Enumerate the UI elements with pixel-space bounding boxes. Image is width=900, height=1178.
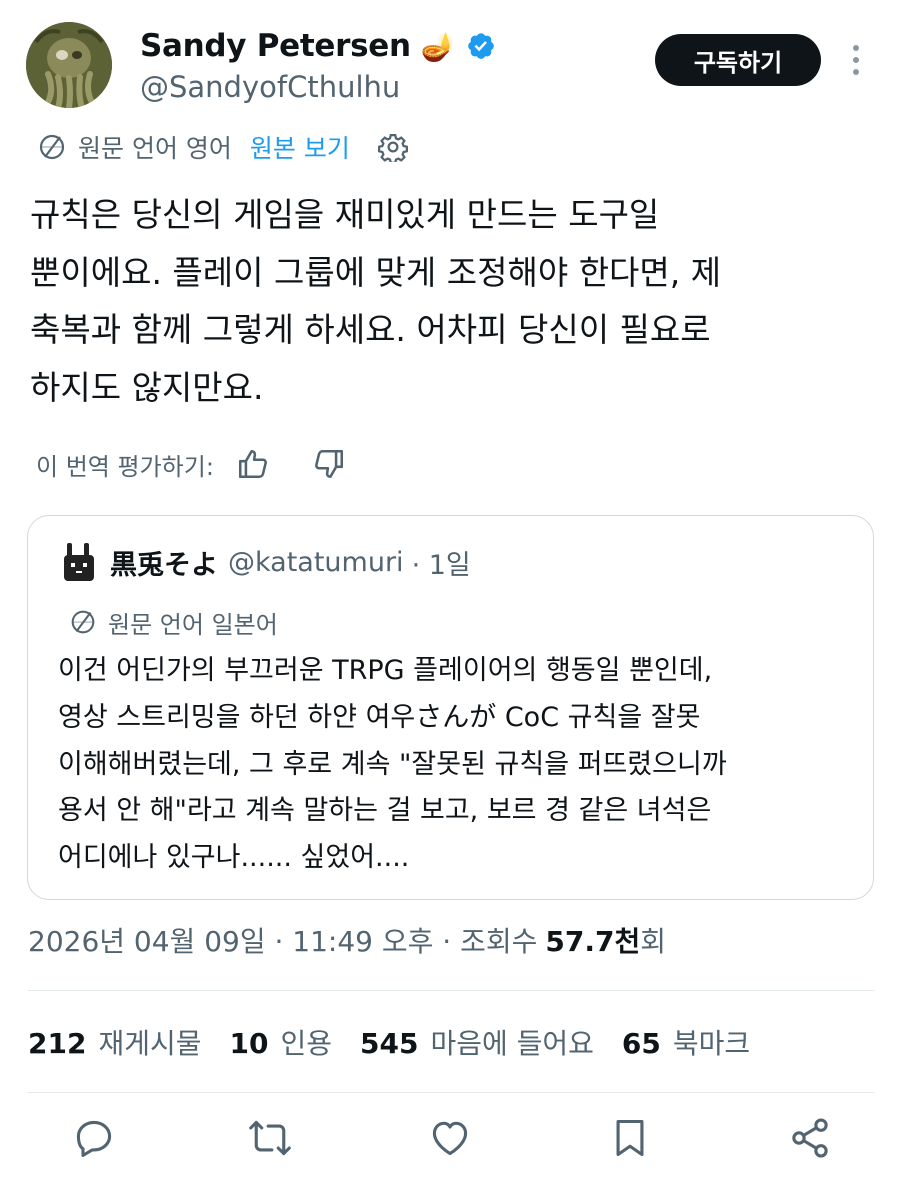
author-display-name[interactable]: Sandy Petersen	[140, 28, 411, 64]
stat-number: 212	[28, 1027, 87, 1060]
more-options-icon[interactable]	[846, 40, 866, 80]
repost-icon[interactable]	[248, 1116, 292, 1160]
stat-number: 65	[621, 1027, 661, 1060]
author-name-row: Sandy Petersen 🪔	[140, 26, 496, 66]
verified-badge-icon	[467, 33, 494, 59]
reposts-stat[interactable]: 212 재게시물	[28, 1022, 202, 1062]
tweet-action-bar	[0, 1116, 900, 1164]
tweet-timestamp[interactable]: 2026년 04월 09일 · 11:49 오후 · 조회수	[28, 920, 537, 960]
rate-translation-row: 이 번역 평가하기:	[36, 444, 346, 484]
view-count: 57.7천	[545, 925, 641, 958]
engagement-stats: 212 재게시물 10 인용 545 마음에 들어요 65 북마크	[28, 1020, 778, 1064]
stat-number: 10	[229, 1027, 269, 1060]
quoted-tweet-text: 이건 어딘가의 부끄러운 TRPG 플레이어의 행동일 뿐인데, 영상 스트리밍…	[58, 648, 863, 882]
quoted-text-line: 이해해버렸는데, 그 후로 계속 "잘못된 규칙을 퍼뜨렸으니까	[58, 748, 727, 780]
bookmark-icon[interactable]	[608, 1116, 652, 1160]
tweet-meta: 2026년 04월 09일 · 11:49 오후 · 조회수 57.7천 회	[28, 918, 666, 962]
share-icon[interactable]	[788, 1116, 832, 1160]
translate-globe-icon	[71, 610, 95, 634]
quoted-translation-bar: 원문 언어 일본어	[68, 604, 278, 640]
divider	[28, 990, 874, 991]
thumbs-up-icon[interactable]	[236, 447, 270, 481]
quoted-text-line: 어디에나 있구나...... 싶었어....	[58, 842, 410, 874]
stat-label: 북마크	[672, 1027, 751, 1060]
thumbs-down-icon[interactable]	[312, 447, 346, 481]
likes-stat[interactable]: 545 마음에 들어요	[360, 1022, 594, 1062]
tweet-detail-page: Sandy Petersen 🪔 @SandyofCthulhu 구독하기 원문…	[0, 0, 900, 1178]
translation-bar: 원문 언어 영어 원본 보기	[36, 128, 408, 166]
tweet-text-line: 하지도 않지만요.	[30, 367, 264, 407]
quoted-translation-label: 원문 언어 일본어	[108, 610, 278, 639]
stat-number: 545	[360, 1027, 419, 1060]
quotes-stat[interactable]: 10 인용	[230, 1022, 333, 1062]
gear-icon[interactable]	[377, 132, 408, 162]
tweet-text: 규칙은 당신의 게임을 재미있게 만드는 도구일 뿐이에요. 플레이 그룹에 맞…	[30, 186, 850, 416]
like-heart-icon[interactable]	[428, 1116, 472, 1160]
translation-source-label: 원문 언어 영어	[78, 134, 232, 163]
stat-label: 재게시물	[98, 1027, 202, 1060]
quoted-author-avatar[interactable]	[62, 542, 98, 582]
translate-globe-icon	[39, 134, 65, 160]
quoted-text-line: 영상 스트리밍을 하던 하얀 여우さんが CoC 규칙을 잘못	[58, 701, 701, 733]
quoted-tweet-time: · 1일	[411, 549, 471, 581]
diya-lamp-badge: 🪔	[420, 29, 456, 63]
subscribe-button[interactable]: 구독하기	[655, 34, 821, 86]
reply-icon[interactable]	[72, 1116, 116, 1160]
rate-translation-label: 이 번역 평가하기:	[36, 452, 214, 481]
quoted-text-line: 이건 어딘가의 부끄러운 TRPG 플레이어의 행동일 뿐인데,	[58, 655, 713, 686]
stat-label: 마음에 들어요	[430, 1027, 594, 1060]
tweet-text-line: 규칙은 당신의 게임을 재미있게 만드는 도구일	[30, 195, 660, 234]
quoted-author-handle: @katatumuri	[228, 546, 404, 578]
quoted-author-name: 黒兎そよ	[110, 549, 218, 581]
divider	[28, 1092, 874, 1093]
quoted-text-line: 용서 안 해"라고 계속 말하는 걸 보고, 보르 경 같은 녀석은	[58, 795, 712, 827]
view-count-suffix: 회	[640, 925, 667, 958]
quoted-tweet-header: 黒兎そよ @katatumuri · 1일	[62, 542, 471, 582]
stat-label: 인용	[280, 1027, 332, 1060]
bookmarks-stat[interactable]: 65 북마크	[622, 1022, 750, 1062]
author-handle[interactable]: @SandyofCthulhu	[140, 70, 400, 104]
tweet-text-line: 축복과 함께 그렇게 하세요. 어차피 당신이 필요로	[30, 310, 711, 349]
tweet-text-line: 뿐이에요. 플레이 그룹에 맞게 조정해야 한다면, 제	[30, 252, 722, 292]
show-original-link[interactable]: 원본 보기	[250, 129, 350, 165]
author-avatar[interactable]	[26, 22, 112, 108]
quoted-tweet[interactable]: 黒兎そよ @katatumuri · 1일 원문 언어 일본어 이건 어딘가의 …	[27, 515, 874, 900]
